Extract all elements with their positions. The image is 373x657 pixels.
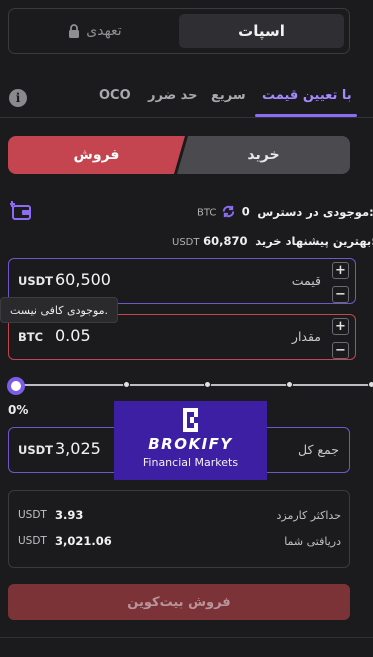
total-input[interactable]: 3,025 [55, 439, 101, 458]
sell-bitcoin-button[interactable]: فروش بیت‌کوین [8, 584, 350, 620]
tab-spot-label: اسپات [238, 22, 285, 40]
slider-track[interactable] [22, 384, 372, 386]
price-increment-button[interactable]: + [332, 262, 349, 279]
max-fee-unit: USDT [18, 509, 47, 521]
total-unit: USDT [18, 443, 54, 457]
sell-button[interactable]: فروش [8, 136, 185, 174]
balance-label: موجودی در دسترس: [257, 204, 373, 219]
sell-button-label: فروش [73, 147, 120, 163]
fee-summary: USDT 3.93 حداکثر کارمزد USDT 3,021.06 در… [8, 490, 350, 568]
slider-step-75[interactable] [286, 381, 293, 388]
info-icon[interactable]: i [9, 89, 27, 107]
buy-button[interactable]: خرید [177, 136, 350, 174]
trade-mode-switch: تعهدی اسپات [8, 8, 350, 54]
logo-subtitle: Financial Markets [142, 456, 239, 469]
amount-unit: BTC [18, 330, 44, 344]
tab-oco[interactable]: OCO [99, 88, 131, 103]
deposit-wallet-icon[interactable] [9, 200, 32, 222]
tab-margin-label: تعهدی [86, 23, 122, 39]
bottom-divider [0, 637, 373, 638]
refresh-icon[interactable] [221, 204, 237, 220]
total-label: جمع کل [298, 442, 339, 457]
max-fee-value: 3.93 [55, 508, 84, 522]
price-decrement-button[interactable]: − [332, 286, 349, 303]
slider-step-50[interactable] [204, 381, 211, 388]
tab-spot[interactable]: اسپات [179, 14, 344, 48]
brokify-logo-mark [182, 408, 198, 432]
price-input[interactable]: 60,500 [55, 270, 111, 289]
amount-increment-button[interactable]: + [332, 318, 349, 335]
slider-handle[interactable] [7, 377, 25, 395]
logo-wordmark: BROKIFY [148, 435, 233, 453]
tab-market[interactable]: سریع [211, 88, 246, 103]
tab-stop-loss[interactable]: حد ضرر [148, 88, 198, 103]
slider-step-25[interactable] [123, 381, 130, 388]
amount-input[interactable]: 0.05 [55, 326, 91, 345]
active-tab-indicator [255, 114, 357, 117]
available-balance-row: BTC 0 موجودی در دسترس: [197, 204, 373, 220]
receive-value: 3,021.06 [55, 534, 112, 548]
max-fee-row: USDT 3.93 حداکثر کارمزد [18, 508, 341, 525]
best-offer-unit: USDT [172, 237, 200, 248]
balance-value: 0 [241, 204, 250, 219]
buy-button-label: خرید [247, 147, 280, 163]
best-offer-label: بهترین پیشنهاد خرید: [255, 234, 373, 248]
max-fee-label: حداکثر کارمزد [276, 509, 341, 522]
best-offer-row: USDT 60,870 بهترین پیشنهاد خرید: [172, 234, 373, 248]
insufficient-balance-tooltip: موجودی کافی نیست. [0, 297, 118, 323]
price-unit: USDT [18, 274, 54, 288]
slider-step-100[interactable] [368, 381, 373, 388]
price-label: قیمت [291, 273, 321, 288]
tabs-divider [0, 117, 373, 118]
lock-icon [68, 24, 80, 38]
tooltip-text: موجودی کافی نیست. [9, 303, 109, 317]
receive-unit: USDT [18, 535, 47, 547]
best-offer-value: 60,870 [203, 234, 248, 248]
tab-margin[interactable]: تعهدی [15, 14, 175, 48]
amount-label: مقدار [291, 329, 321, 344]
amount-decrement-button[interactable]: − [332, 342, 349, 359]
slider-percent: 0% [8, 403, 29, 417]
submit-label: فروش بیت‌کوین [127, 594, 231, 610]
tab-limit[interactable]: با تعیین قیمت [262, 88, 352, 103]
balance-unit: BTC [197, 207, 217, 219]
brokify-logo: BROKIFY Financial Markets [114, 401, 267, 480]
receive-label: دریافتی شما [284, 535, 341, 548]
receive-row: USDT 3,021.06 دریافتی شما [18, 534, 341, 551]
